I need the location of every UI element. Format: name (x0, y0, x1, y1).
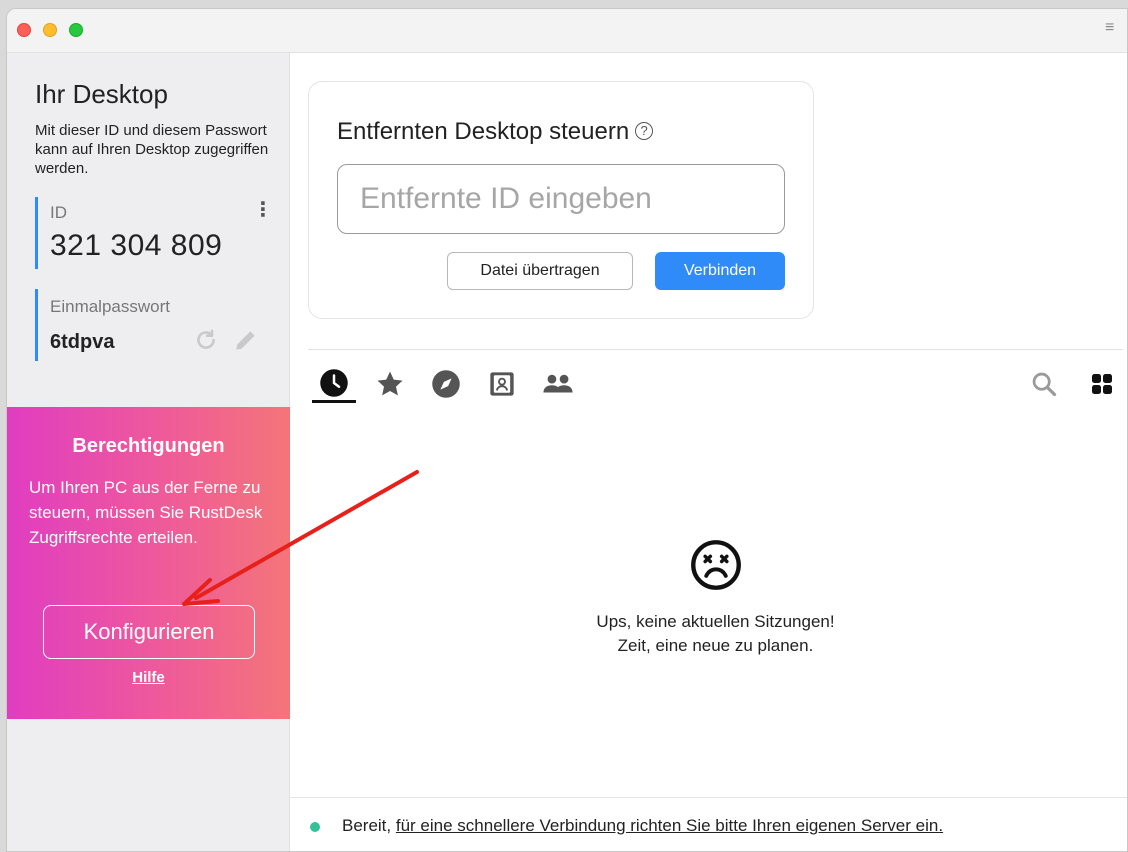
remote-id-input[interactable] (337, 164, 785, 234)
configure-button[interactable]: Konfigurieren (43, 605, 255, 659)
session-tabs (312, 365, 1124, 407)
server-setup-link[interactable]: für eine schnellere Verbindung richten S… (396, 816, 943, 835)
search-button[interactable] (1026, 365, 1062, 403)
status-text: Bereit, für eine schnellere Verbindung r… (342, 816, 943, 836)
tab-discovered[interactable] (424, 365, 468, 403)
tab-recent[interactable] (312, 365, 356, 403)
remote-control-title: Entfernten Desktop steuern? (337, 118, 654, 146)
id-block: ID 321 304 809 ⋮ (35, 197, 273, 269)
zoom-window-button[interactable] (69, 23, 83, 37)
compass-icon (432, 370, 460, 398)
id-label: ID (50, 203, 67, 222)
tab-address-book[interactable] (480, 365, 524, 403)
help-circle-icon[interactable]: ? (635, 122, 654, 140)
grid-icon (1092, 374, 1112, 394)
connect-button[interactable]: Verbinden (655, 252, 785, 290)
permissions-panel: Berechtigungen Um Ihren PC aus der Ferne… (7, 407, 290, 719)
more-options-icon[interactable]: ⋮ (253, 199, 273, 221)
tab-groups[interactable] (536, 365, 580, 403)
permissions-title: Berechtigungen (72, 435, 225, 457)
sidebar-title: Ihr Desktop (35, 79, 168, 109)
sidebar-description: Mit dieser ID und diesem Passwort kann a… (35, 122, 269, 177)
id-value: 321 304 809 (50, 229, 223, 262)
clock-icon (320, 368, 348, 397)
search-icon (1032, 372, 1057, 397)
status-bar: Bereit, für eine schnellere Verbindung r… (290, 797, 1127, 851)
file-transfer-button[interactable]: Datei übertragen (447, 252, 633, 290)
password-actions (193, 327, 259, 353)
sad-face-icon (690, 540, 741, 590)
empty-line-2: Zeit, eine neue zu planen. (617, 636, 814, 655)
group-icon (543, 374, 573, 393)
tab-favorites[interactable] (368, 365, 412, 403)
password-block: Einmalpasswort 6tdpva (35, 289, 263, 361)
empty-state: Ups, keine aktuellen Sitzungen! Zeit, ei… (308, 539, 1123, 658)
remote-control-card: Entfernten Desktop steuern? Datei übertr… (308, 81, 814, 319)
permissions-description: Um Ihren PC aus der Ferne zu steuern, mü… (29, 478, 263, 547)
refresh-icon[interactable] (193, 327, 219, 353)
close-window-button[interactable] (17, 23, 31, 37)
help-link[interactable]: Hilfe (7, 669, 290, 686)
view-toggle-button[interactable] (1084, 365, 1120, 403)
title-bar: ≡ (7, 9, 1127, 53)
remote-control-title-text: Entfernten Desktop steuern (337, 118, 630, 145)
password-label: Einmalpasswort (50, 297, 170, 316)
star-icon (377, 371, 403, 396)
edit-pencil-icon[interactable] (233, 327, 259, 353)
status-indicator (310, 822, 320, 832)
status-ready: Bereit, (342, 816, 392, 835)
address-book-icon (490, 372, 514, 396)
sidebar: Ihr Desktop Mit dieser ID und diesem Pas… (7, 53, 290, 851)
menu-icon[interactable]: ≡ (1105, 20, 1121, 36)
empty-message: Ups, keine aktuellen Sitzungen! Zeit, ei… (308, 610, 1123, 658)
app-window: ≡ Ihr Desktop Mit dieser ID und diesem P… (6, 8, 1128, 852)
minimize-window-button[interactable] (43, 23, 57, 37)
divider (308, 349, 1123, 350)
empty-line-1: Ups, keine aktuellen Sitzungen! (596, 612, 835, 631)
